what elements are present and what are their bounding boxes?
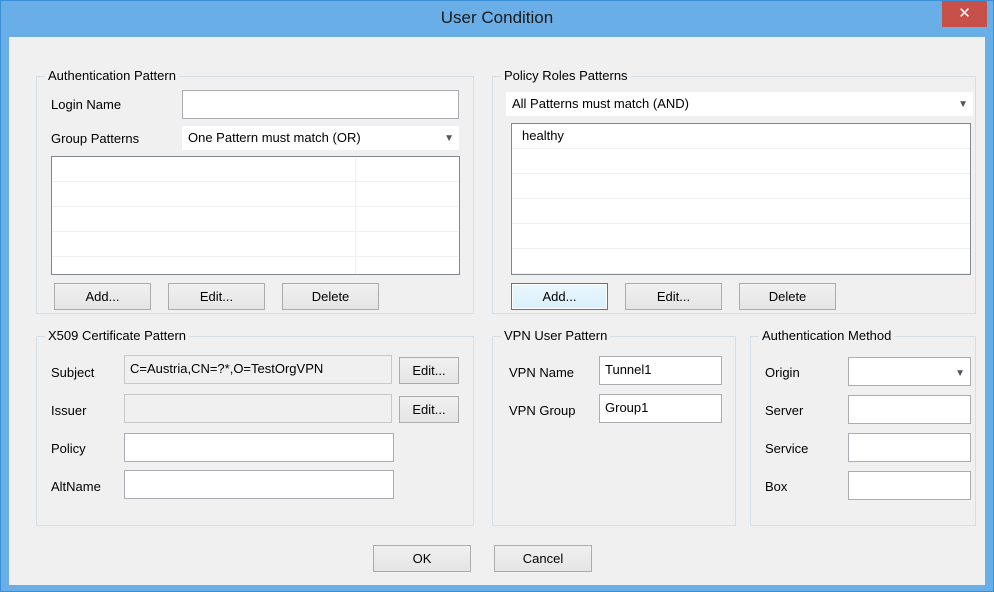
policy-input[interactable]	[124, 433, 394, 462]
login-name-label: Login Name	[51, 97, 122, 112]
ok-button[interactable]: OK	[373, 545, 471, 572]
list-item[interactable]	[52, 182, 459, 207]
list-item[interactable]	[512, 174, 970, 199]
auth-delete-button[interactable]: Delete	[282, 283, 379, 310]
cancel-button[interactable]: Cancel	[494, 545, 592, 572]
list-item[interactable]	[512, 249, 970, 274]
server-label: Server	[765, 403, 804, 418]
server-input[interactable]	[848, 395, 971, 424]
issuer-edit-button[interactable]: Edit...	[399, 396, 459, 423]
dialog-window: User Condition ✕ Authentication Pattern …	[0, 0, 994, 592]
list-item[interactable]: healthy	[512, 124, 970, 149]
altname-input[interactable]	[124, 470, 394, 499]
list-item[interactable]	[512, 149, 970, 174]
dialog-title: User Condition	[440, 8, 554, 27]
group-patterns-value: One Pattern must match (OR)	[188, 130, 361, 145]
policy-delete-button[interactable]: Delete	[739, 283, 836, 310]
list-item[interactable]	[52, 232, 459, 257]
subject-field: C=Austria,CN=?*,O=TestOrgVPN	[124, 355, 392, 384]
group-patterns-list[interactable]	[51, 156, 460, 275]
policy-add-button[interactable]: Add...	[511, 283, 608, 310]
vpn-name-label: VPN Name	[509, 365, 575, 380]
policy-edit-button[interactable]: Edit...	[625, 283, 722, 310]
vpn-user-title: VPN User Pattern	[501, 328, 611, 344]
vpn-group-input[interactable]: Group1	[599, 394, 722, 423]
policy-match-dropdown[interactable]: All Patterns must match (AND) ▼	[506, 92, 973, 116]
policy-label: Policy	[51, 441, 86, 456]
title-bar[interactable]: User Condition ✕	[1, 1, 993, 37]
policy-roles-list[interactable]: healthy	[511, 123, 971, 275]
chevron-down-icon: ▼	[444, 133, 454, 144]
service-input[interactable]	[848, 433, 971, 462]
issuer-field	[124, 394, 392, 423]
group-patterns-label: Group Patterns	[51, 131, 140, 146]
x509-title: X509 Certificate Pattern	[45, 328, 190, 344]
auth-add-button[interactable]: Add...	[54, 283, 151, 310]
chevron-down-icon: ▼	[955, 368, 965, 379]
vpn-group-label: VPN Group	[509, 403, 576, 418]
policy-roles-title: Policy Roles Patterns	[501, 68, 631, 84]
box-input[interactable]	[848, 471, 971, 500]
auth-method-title: Authentication Method	[759, 328, 895, 344]
policy-match-value: All Patterns must match (AND)	[512, 96, 689, 111]
close-icon: ✕	[958, 5, 971, 22]
subject-edit-button[interactable]: Edit...	[399, 357, 459, 384]
auth-edit-button[interactable]: Edit...	[168, 283, 265, 310]
vpn-name-input[interactable]: Tunnel1	[599, 356, 722, 385]
issuer-label: Issuer	[51, 403, 87, 418]
list-item[interactable]	[512, 199, 970, 224]
box-label: Box	[765, 479, 788, 494]
list-item[interactable]	[52, 207, 459, 232]
dialog-client-area: Authentication Pattern Login Name Group …	[9, 37, 985, 585]
authentication-pattern-title: Authentication Pattern	[45, 68, 179, 84]
chevron-down-icon: ▼	[958, 99, 968, 110]
subject-label: Subject	[51, 365, 95, 380]
altname-label: AltName	[51, 479, 101, 494]
origin-label: Origin	[765, 365, 800, 380]
list-item[interactable]	[512, 224, 970, 249]
origin-dropdown[interactable]: ▼	[848, 357, 971, 386]
service-label: Service	[765, 441, 809, 456]
login-name-input[interactable]	[182, 90, 459, 119]
group-patterns-dropdown[interactable]: One Pattern must match (OR) ▼	[182, 126, 459, 150]
close-button[interactable]: ✕	[942, 1, 987, 27]
list-item[interactable]	[52, 157, 459, 182]
